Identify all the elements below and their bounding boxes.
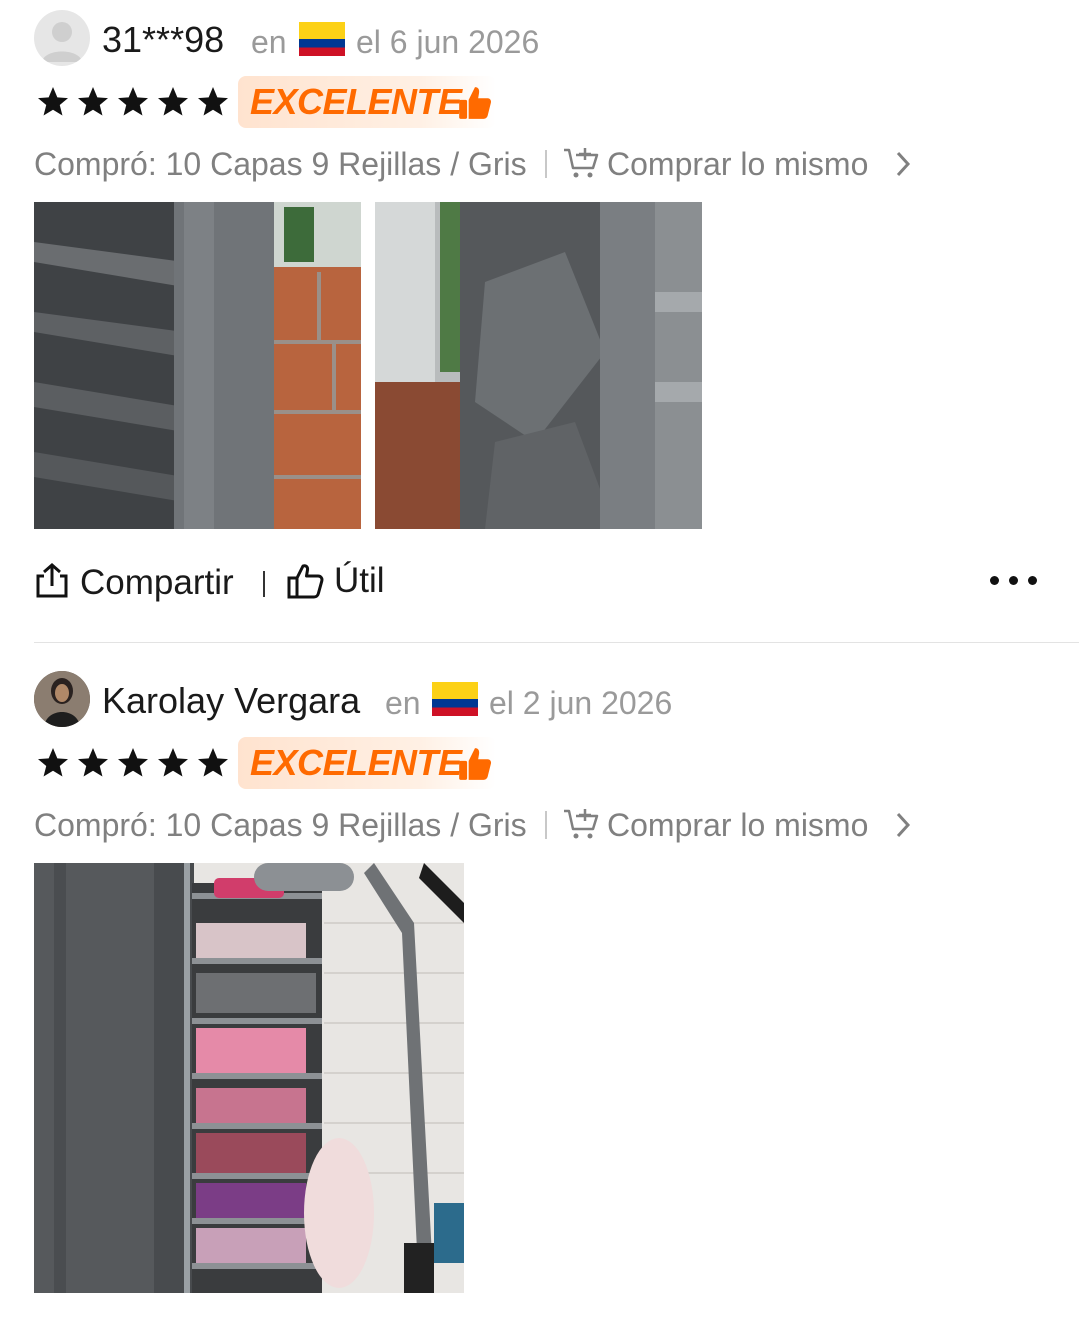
photo-cover-wrinkle xyxy=(375,202,702,529)
divider xyxy=(545,150,547,178)
user-photo-avatar xyxy=(34,671,90,727)
buy-same-link[interactable]: Comprar lo mismo xyxy=(607,144,868,184)
review-photo[interactable] xyxy=(375,202,702,529)
chevron-right-icon[interactable] xyxy=(895,811,911,839)
thumbs-up-outline-icon[interactable] xyxy=(286,562,326,600)
rating-label: EXCELENTE xyxy=(250,81,462,122)
divider xyxy=(263,571,265,597)
buy-same-link[interactable]: Comprar lo mismo xyxy=(607,805,868,845)
reviewer-name: Karolay Vergara xyxy=(102,680,361,721)
thumbs-up-icon xyxy=(459,748,492,780)
review-separator xyxy=(34,642,1079,643)
cart-add-icon[interactable] xyxy=(562,807,600,841)
cart-add-icon[interactable] xyxy=(562,146,600,180)
review-photo[interactable] xyxy=(34,863,464,1293)
avatar[interactable] xyxy=(34,10,90,66)
reviewer-name: 31***98 xyxy=(102,19,225,60)
star-icon xyxy=(158,748,188,777)
divider xyxy=(545,811,547,839)
helpful-button[interactable]: Útil xyxy=(334,559,385,603)
star-icon xyxy=(198,748,228,777)
star-icon xyxy=(118,87,148,116)
location-prefix: en xyxy=(251,24,287,60)
thumbs-up-icon xyxy=(459,87,492,119)
photo-shelf-closeup xyxy=(34,202,361,529)
star-rating xyxy=(34,745,232,781)
star-rating xyxy=(34,84,232,120)
star-icon xyxy=(38,748,68,777)
default-user-icon xyxy=(42,22,82,62)
share-icon[interactable] xyxy=(34,562,70,600)
review-date: el 6 jun 2026 xyxy=(356,24,540,60)
more-options-icon[interactable] xyxy=(990,576,1037,585)
review-actions: Compartir Útil xyxy=(0,558,1079,608)
purchased-variant: Compró: 10 Capas 9 Rejillas / Gris xyxy=(34,146,527,182)
star-icon xyxy=(158,87,188,116)
review-date: el 2 jun 2026 xyxy=(489,685,673,721)
purchased-variant: Compró: 10 Capas 9 Rejillas / Gris xyxy=(34,807,527,843)
rating-label: EXCELENTE xyxy=(250,742,462,783)
photo-shelf-with-clothes xyxy=(34,863,464,1293)
star-icon xyxy=(78,748,108,777)
location-prefix: en xyxy=(385,685,421,721)
colombia-flag-icon xyxy=(432,682,478,716)
star-icon xyxy=(38,87,68,116)
rating-badge: EXCELENTE xyxy=(238,76,496,128)
colombia-flag-icon xyxy=(299,22,345,56)
review-photo[interactable] xyxy=(34,202,361,529)
avatar[interactable] xyxy=(34,671,90,727)
share-button[interactable]: Compartir xyxy=(80,561,234,605)
rating-badge: EXCELENTE xyxy=(238,737,496,789)
chevron-right-icon[interactable] xyxy=(895,150,911,178)
star-icon xyxy=(78,87,108,116)
star-icon xyxy=(198,87,228,116)
star-icon xyxy=(118,748,148,777)
